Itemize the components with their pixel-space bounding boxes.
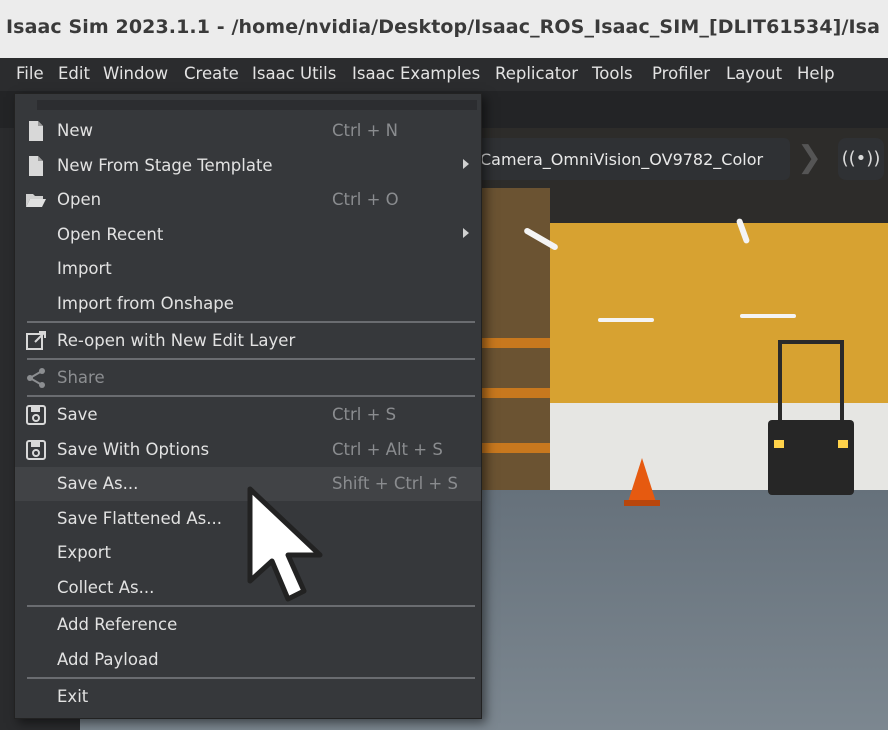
- traffic-cone-base: [624, 500, 660, 506]
- menu-item-open-recent[interactable]: Open Recent: [15, 218, 481, 252]
- forklift-light: [774, 440, 784, 448]
- menu-item-label: Exit: [57, 687, 89, 706]
- menu-item-label: Collect As...: [57, 578, 155, 597]
- menu-isaac-utils[interactable]: Isaac Utils: [252, 64, 336, 83]
- menu-item-share[interactable]: Share: [15, 361, 481, 395]
- save-icon: [25, 439, 47, 461]
- menu-item-label: New: [57, 121, 93, 140]
- menu-item-label: Save Flattened As...: [57, 509, 222, 528]
- menu-item-add-reference[interactable]: Add Reference: [15, 608, 481, 642]
- file-icon: [25, 120, 47, 142]
- menu-bar: File Edit Window Create Isaac Utils Isaa…: [0, 58, 888, 91]
- forklift-light: [838, 440, 848, 448]
- shelf-beam: [480, 388, 550, 398]
- menu-item-save[interactable]: Save Ctrl + S: [15, 398, 481, 432]
- shelf-beam: [480, 443, 550, 453]
- menu-item-label: Re-open with New Edit Layer: [57, 331, 296, 350]
- camera-label: Camera_OmniVision_OV9782_Color: [480, 150, 764, 169]
- menu-item-label: Share: [57, 368, 105, 387]
- menu-separator: [27, 605, 475, 607]
- ceiling-light: [598, 318, 654, 322]
- menu-item-label: Save With Options: [57, 440, 210, 459]
- menu-file[interactable]: File: [16, 64, 44, 83]
- menu-item-new-from-stage-template[interactable]: New From Stage Template: [15, 149, 481, 183]
- menu-help[interactable]: Help: [797, 64, 835, 83]
- menu-item-label: Import from Onshape: [57, 294, 234, 313]
- broadcast-icon[interactable]: ((•)): [838, 138, 884, 180]
- menu-create[interactable]: Create: [184, 64, 239, 83]
- menu-item-label: Save: [57, 405, 98, 424]
- menu-item-shortcut: Ctrl + N: [332, 121, 399, 140]
- share-icon: [25, 367, 47, 389]
- menu-item-label: Add Payload: [57, 650, 159, 669]
- menu-item-shortcut: Shift + Ctrl + S: [332, 474, 458, 493]
- menu-item-label: Add Reference: [57, 615, 178, 634]
- window-titlebar: Isaac Sim 2023.1.1 - /home/nvidia/Deskto…: [0, 0, 888, 58]
- menu-separator: [27, 677, 475, 679]
- menu-item-import[interactable]: Import: [15, 252, 481, 286]
- menu-separator: [27, 321, 475, 323]
- traffic-cone: [628, 458, 656, 502]
- menu-window[interactable]: Window: [103, 64, 168, 83]
- menu-item-label: Open Recent: [57, 225, 164, 244]
- window-title: Isaac Sim 2023.1.1 - /home/nvidia/Deskto…: [6, 16, 881, 38]
- external-edit-icon: [25, 330, 47, 352]
- save-icon: [25, 404, 47, 426]
- file-menu-dropdown: New Ctrl + N New From Stage Template Ope…: [14, 93, 482, 719]
- menu-layout[interactable]: Layout: [726, 64, 782, 83]
- folder-open-icon: [25, 189, 47, 211]
- menu-item-save-with-options[interactable]: Save With Options Ctrl + Alt + S: [15, 433, 481, 467]
- shelf-beam: [480, 338, 550, 348]
- submenu-arrow-icon: [463, 159, 469, 169]
- menu-tools[interactable]: Tools: [592, 64, 633, 83]
- mouse-pointer-icon: [247, 486, 323, 602]
- menu-item-shortcut: Ctrl + O: [332, 190, 399, 209]
- camera-selector[interactable]: Camera_OmniVision_OV9782_Color: [460, 138, 790, 180]
- chevron-right-icon[interactable]: ❯: [797, 138, 823, 180]
- menu-item-open[interactable]: Open Ctrl + O: [15, 183, 481, 217]
- menu-item-label: Import: [57, 259, 112, 278]
- file-icon: [25, 155, 47, 177]
- ceiling-light: [740, 314, 796, 318]
- menu-item-shortcut: Ctrl + Alt + S: [332, 440, 443, 459]
- menu-profiler[interactable]: Profiler: [652, 64, 710, 83]
- menu-isaac-examples[interactable]: Isaac Examples: [352, 64, 480, 83]
- menu-item-label: New From Stage Template: [57, 156, 273, 175]
- menu-item-new[interactable]: New Ctrl + N: [15, 114, 481, 148]
- menu-separator: [27, 395, 475, 397]
- menu-item-reopen-with-new-edit-layer[interactable]: Re-open with New Edit Layer: [15, 324, 481, 358]
- menu-item-label: Export: [57, 543, 112, 562]
- menu-item-label: Save As...: [57, 474, 139, 493]
- menu-edit[interactable]: Edit: [58, 64, 90, 83]
- forklift: [768, 340, 854, 500]
- menu-separator: [27, 358, 475, 360]
- submenu-arrow-icon: [463, 228, 469, 238]
- menu-item-exit[interactable]: Exit: [15, 680, 481, 714]
- menu-item-import-from-onshape[interactable]: Import from Onshape: [15, 287, 481, 321]
- menu-replicator[interactable]: Replicator: [495, 64, 578, 83]
- forklift-body: [768, 420, 854, 495]
- menu-item-shortcut: Ctrl + S: [332, 405, 397, 424]
- menu-item-add-payload[interactable]: Add Payload: [15, 643, 481, 677]
- menu-search-strip: [37, 100, 477, 110]
- menu-item-label: Open: [57, 190, 102, 209]
